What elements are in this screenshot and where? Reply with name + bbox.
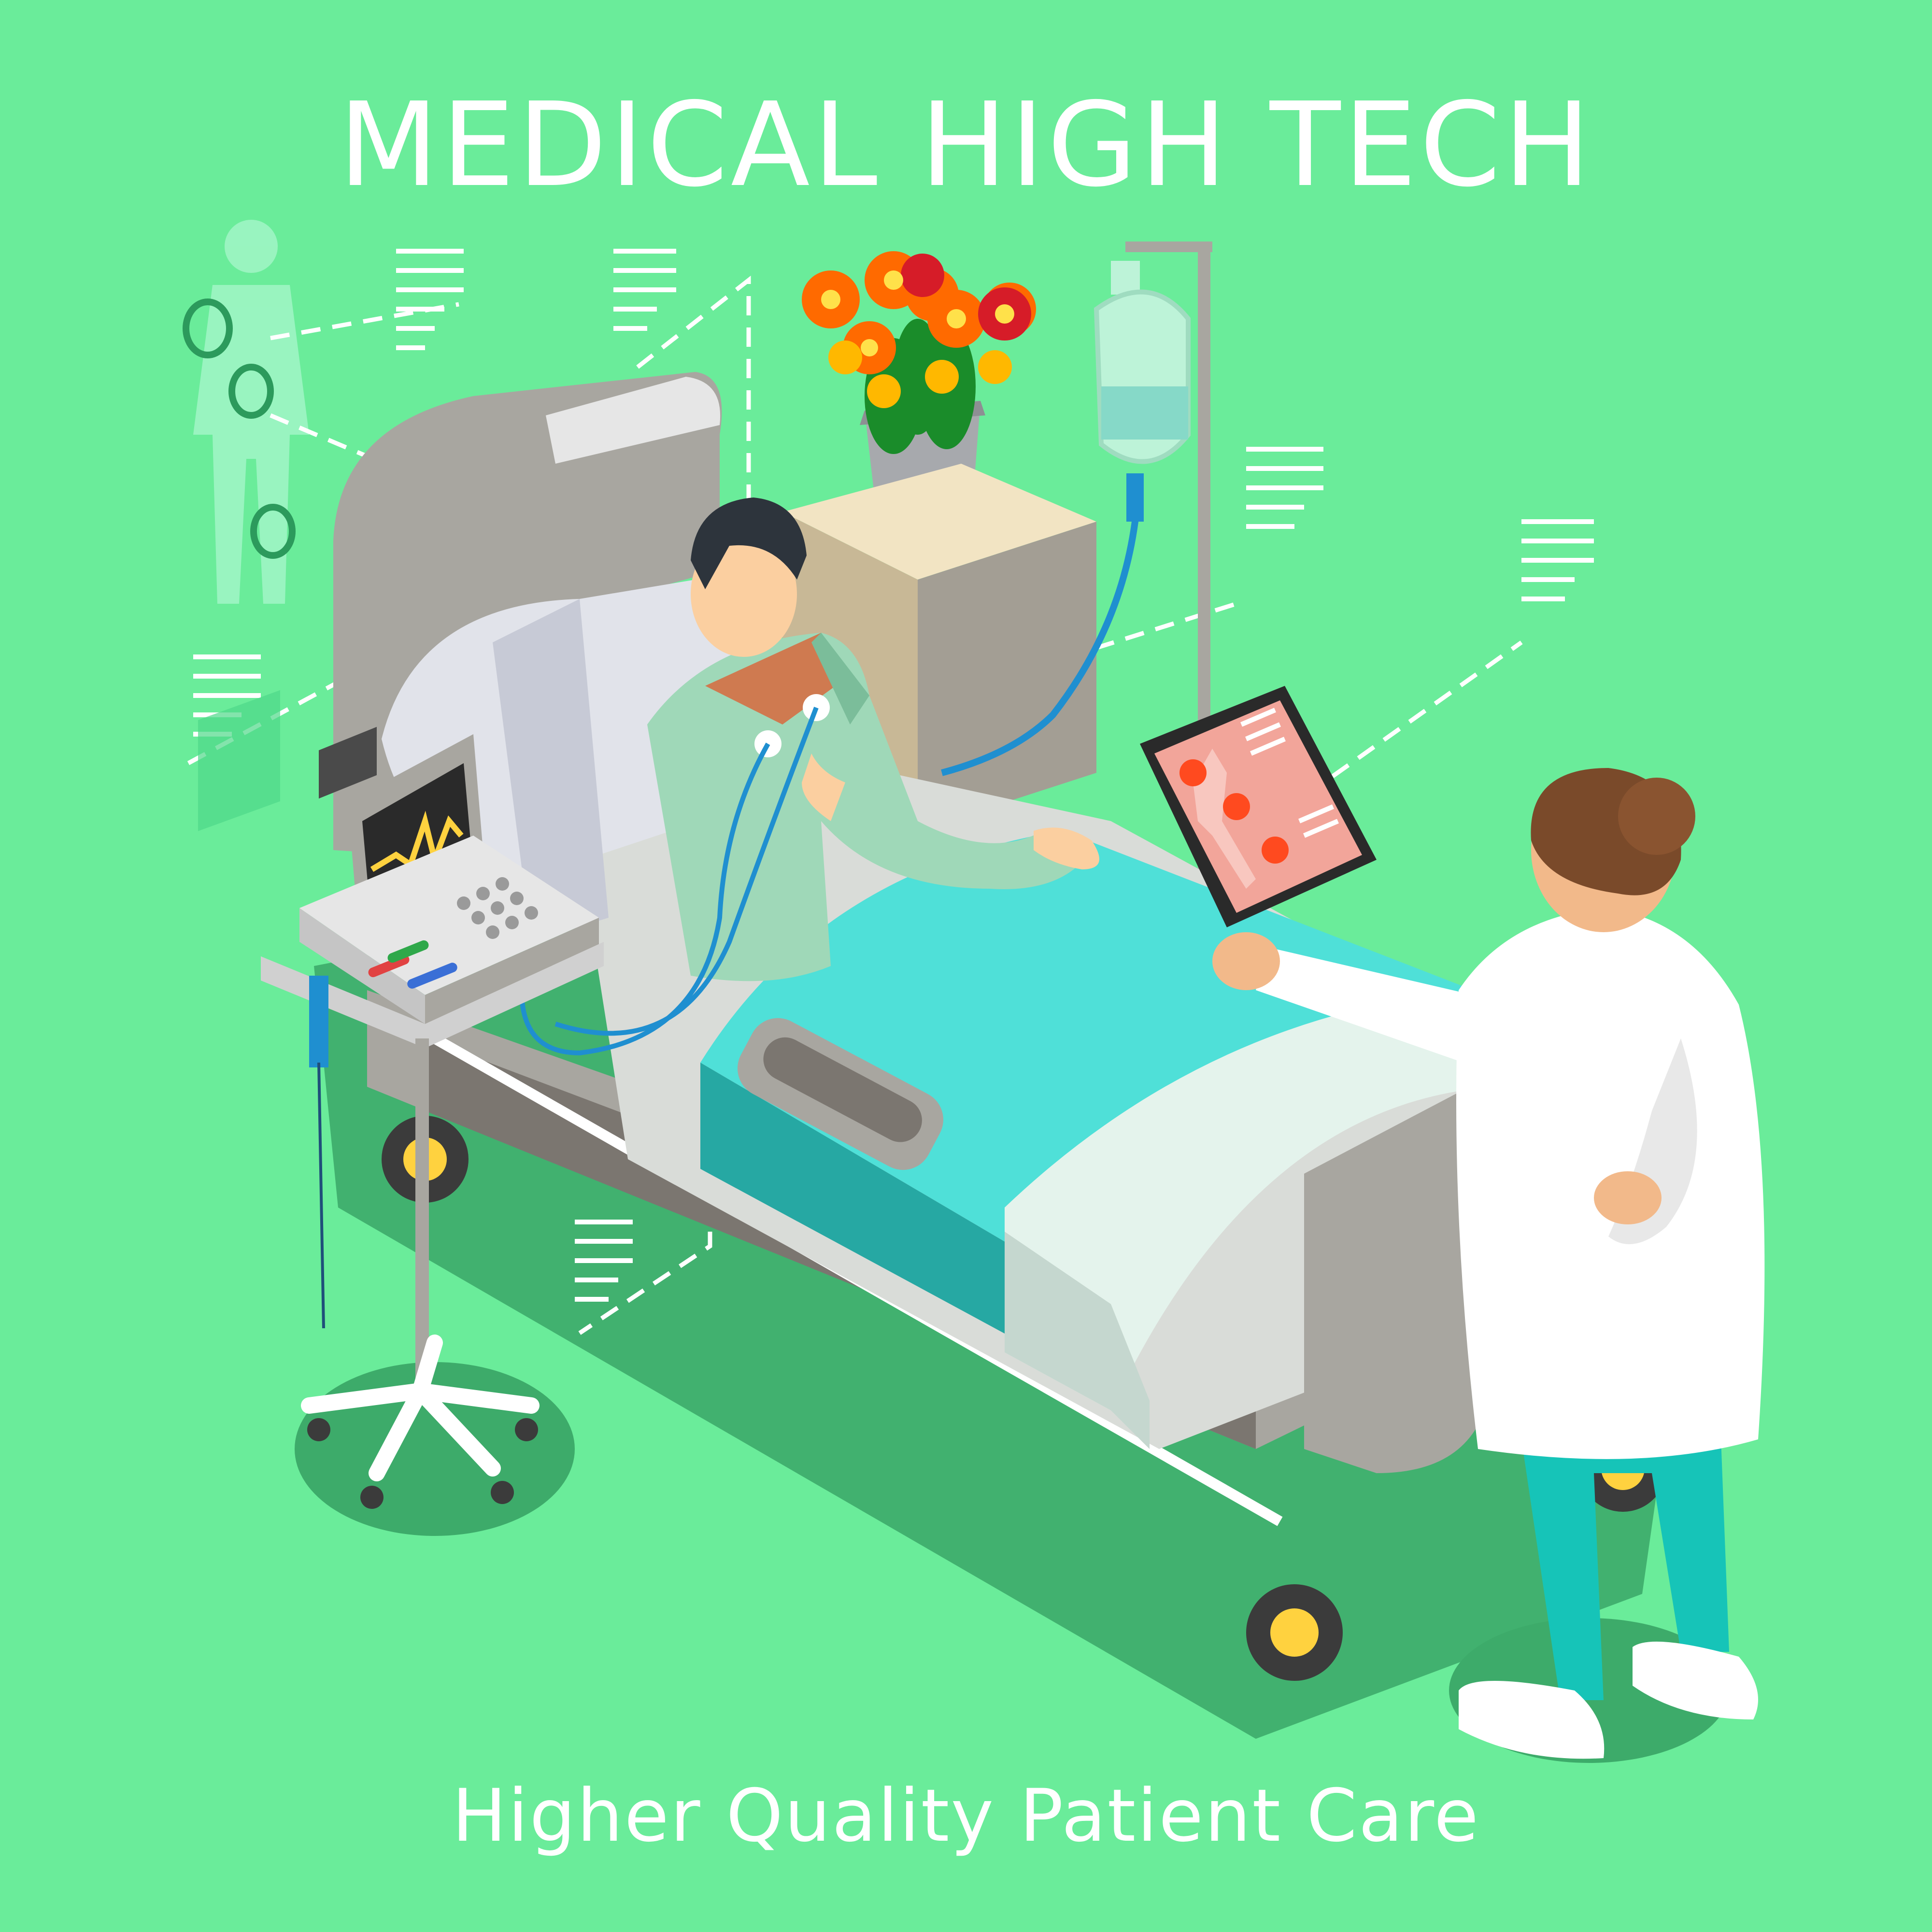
illustration-scene: MEDICAL HIGH TECH Higher Quality Patient… <box>0 0 1932 1932</box>
page-subtitle: Higher Quality Patient Care <box>452 1774 1480 1858</box>
hologram-panel <box>198 690 280 831</box>
page-title: MEDICAL HIGH TECH <box>338 77 1594 213</box>
medical-illustration <box>183 220 1765 1763</box>
